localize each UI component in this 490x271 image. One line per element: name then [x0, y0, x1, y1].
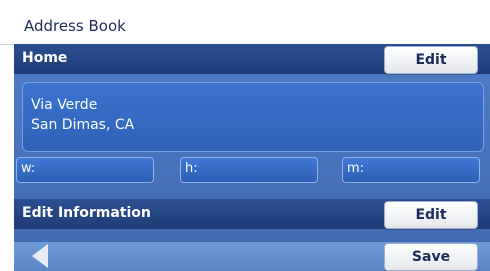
work-phone-field[interactable]: w: [16, 157, 154, 183]
home-edit-button[interactable]: Edit [384, 46, 478, 74]
edit-information-button[interactable]: Edit [384, 201, 478, 229]
address-box[interactable]: Via Verde San Dimas, CA [22, 82, 484, 152]
work-phone-label: w: [21, 161, 36, 176]
mobile-phone-field[interactable]: m: [342, 157, 480, 183]
save-button[interactable]: Save [384, 243, 478, 271]
address-book-screen: Address Book Home Edit Via Verde San Dim… [0, 0, 490, 271]
main-panel: Home Edit Via Verde San Dimas, CA w: h: … [14, 44, 490, 271]
home-label: Home [22, 50, 68, 66]
home-phone-field[interactable]: h: [180, 157, 318, 183]
mobile-phone-label: m: [347, 161, 365, 176]
address-line-1: Via Verde [31, 97, 98, 113]
page-title: Address Book [24, 17, 126, 35]
title-bar: Address Book [0, 8, 490, 45]
address-line-2: San Dimas, CA [31, 117, 135, 133]
home-phone-label: h: [185, 161, 198, 176]
back-arrow-icon[interactable] [32, 244, 48, 268]
edit-information-label: Edit Information [22, 205, 151, 221]
